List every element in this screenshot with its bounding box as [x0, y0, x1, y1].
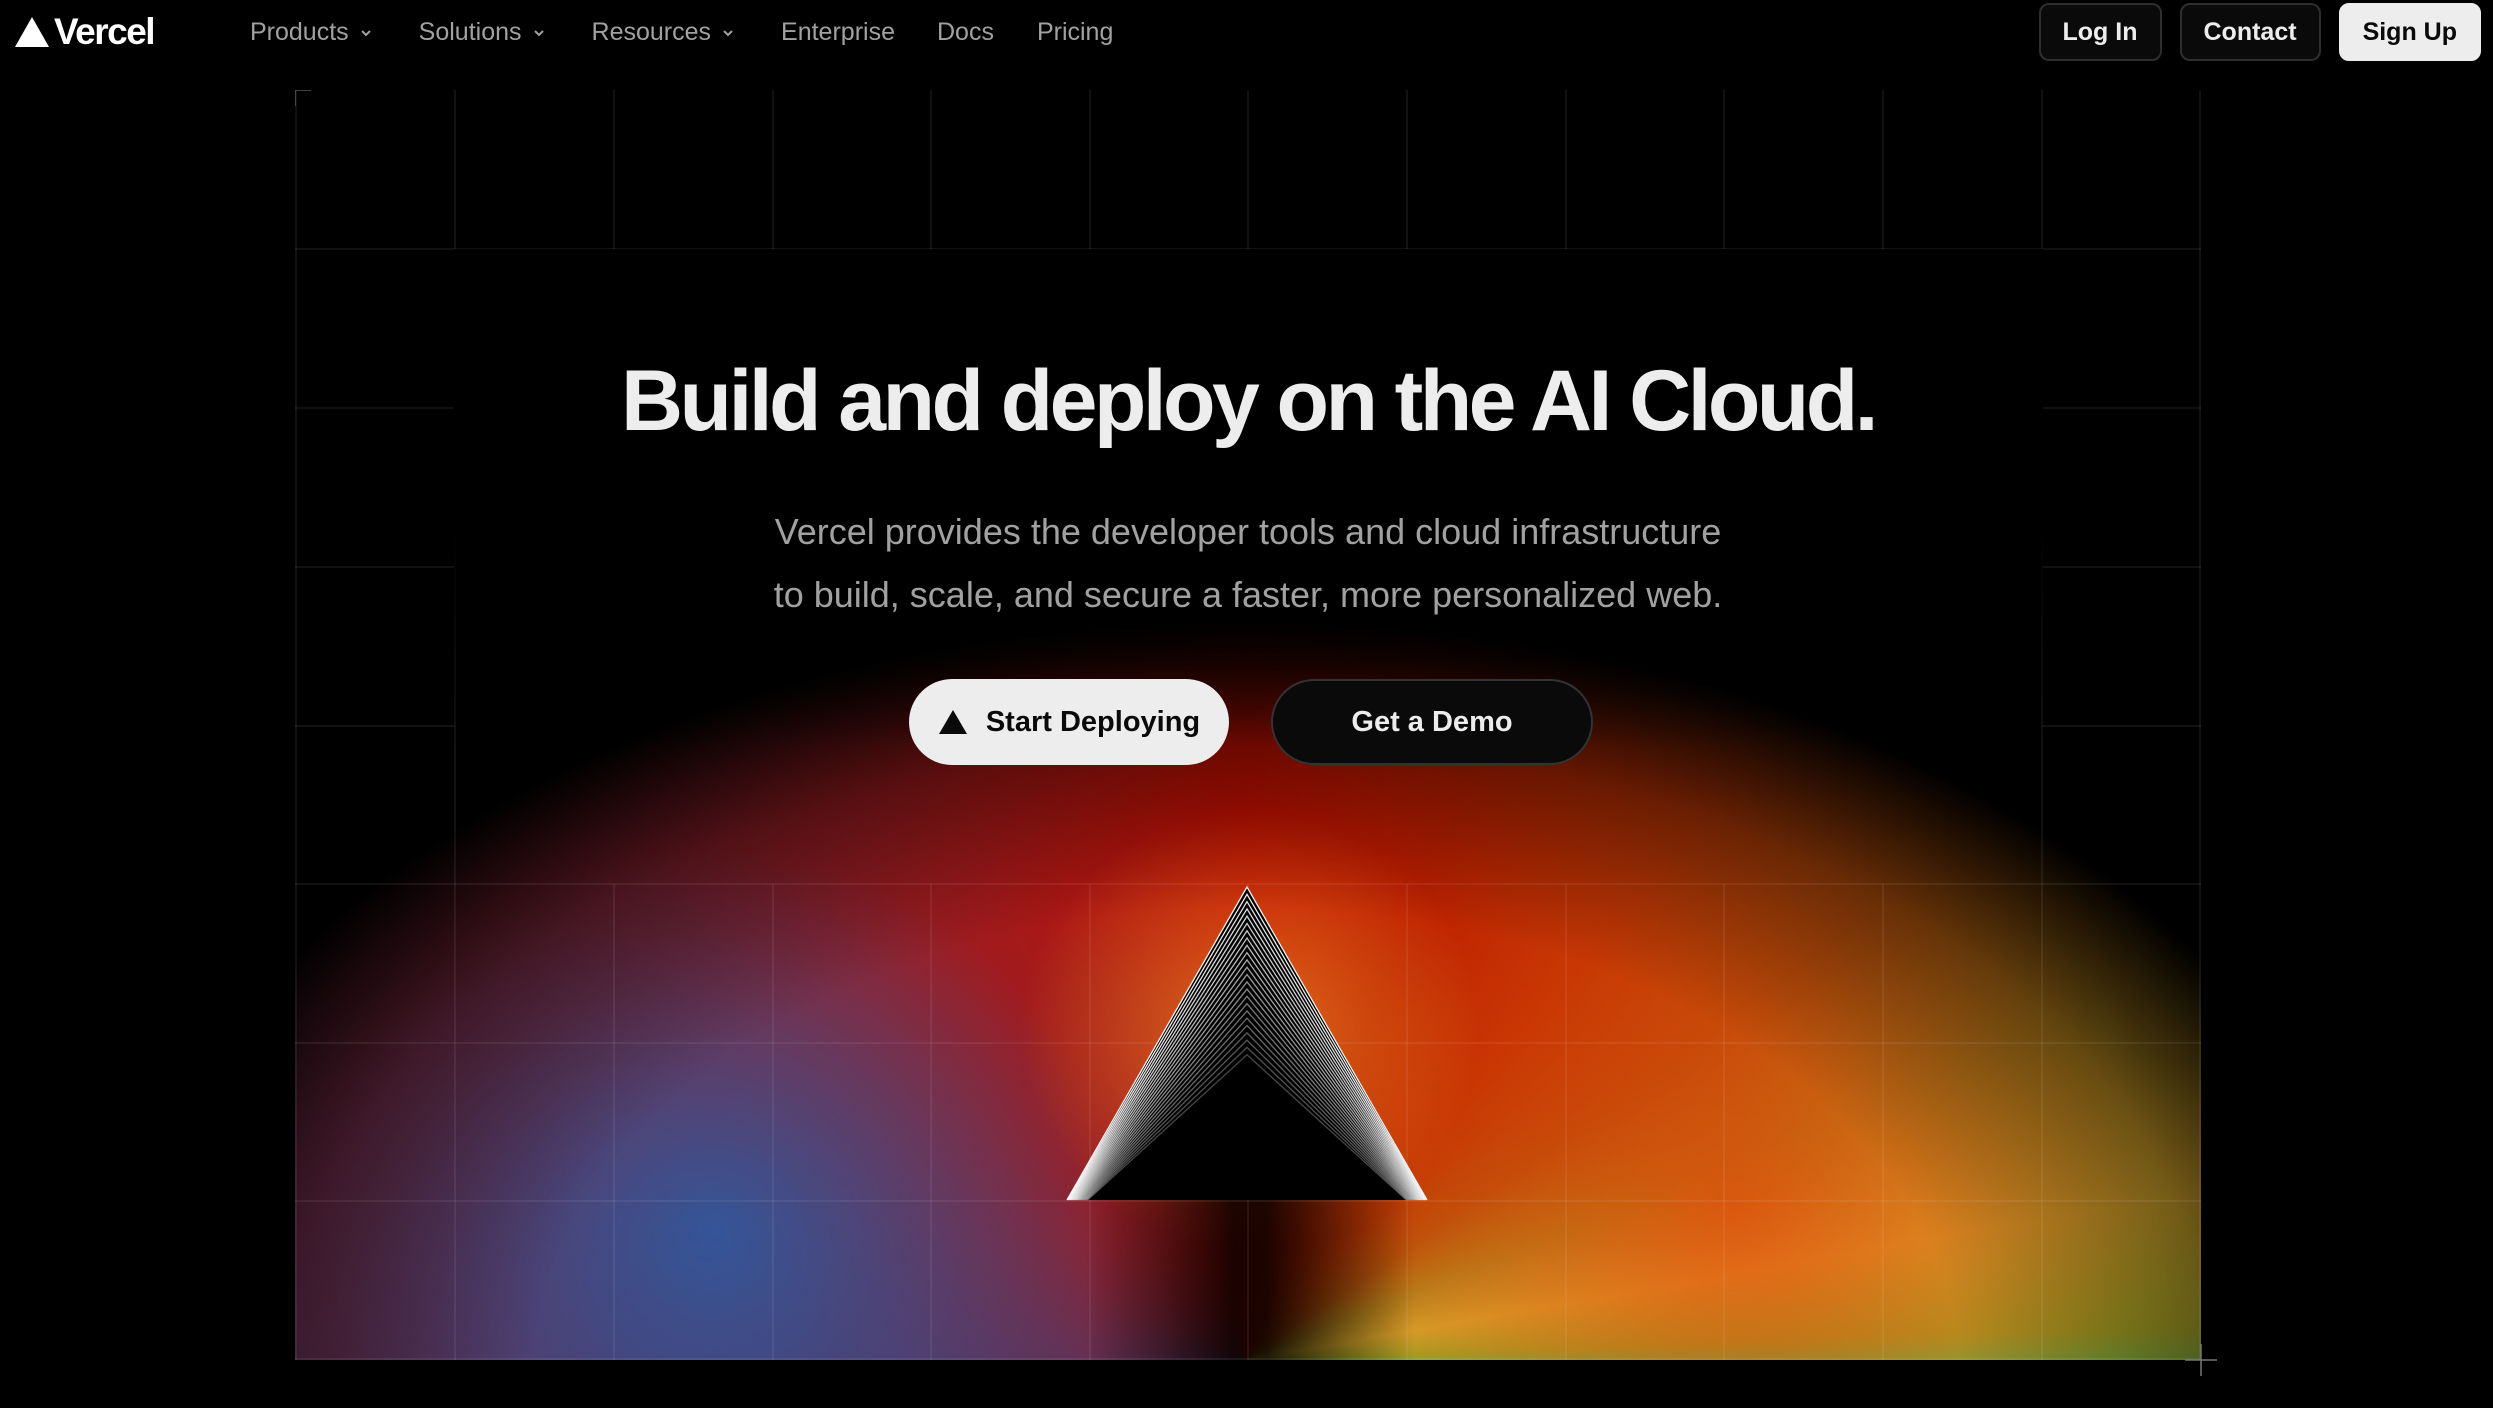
nav-item-pricing[interactable]: Pricing — [1037, 18, 1113, 47]
brand-name: Vercel — [54, 11, 156, 52]
signup-button[interactable]: Sign Up — [2338, 3, 2481, 61]
nav-item-docs[interactable]: Docs — [937, 18, 994, 47]
top-navbar: Vercel Products Solutions Resources Ente… — [0, 0, 2493, 64]
nav-item-products[interactable]: Products — [250, 18, 373, 47]
contact-button[interactable]: Contact — [2179, 3, 2321, 61]
hero-section: Build and deploy on the AI Cloud. Vercel… — [295, 90, 2201, 1360]
vercel-logo-link[interactable]: Vercel — [14, 11, 156, 52]
corner-crosshair-top-left — [295, 90, 311, 106]
nav-item-solutions[interactable]: Solutions — [419, 18, 546, 47]
nav-item-label: Pricing — [1036, 17, 1114, 46]
chevron-down-icon — [360, 30, 371, 37]
nav-links: Products Solutions Resources Enterprise … — [250, 0, 1113, 64]
nav-item-enterprise[interactable]: Enterprise — [781, 18, 895, 47]
nav-item-label: Solutions — [418, 17, 522, 46]
vercel-triangle-icon — [15, 17, 49, 47]
nav-item-label: Products — [250, 17, 349, 46]
nav-item-label: Resources — [591, 17, 712, 46]
nav-item-label: Docs — [936, 17, 994, 46]
chevron-down-icon — [723, 30, 733, 37]
prism-triangle-graphic — [1066, 885, 1428, 1201]
corner-crosshair-bottom-right — [2185, 1344, 2217, 1376]
nav-item-resources[interactable]: Resources — [592, 18, 736, 47]
chevron-down-icon — [533, 30, 544, 37]
nav-item-label: Enterprise — [781, 17, 895, 46]
nav-actions: Log In Contact Sign Up — [2038, 3, 2481, 61]
login-button[interactable]: Log In — [2038, 3, 2162, 61]
